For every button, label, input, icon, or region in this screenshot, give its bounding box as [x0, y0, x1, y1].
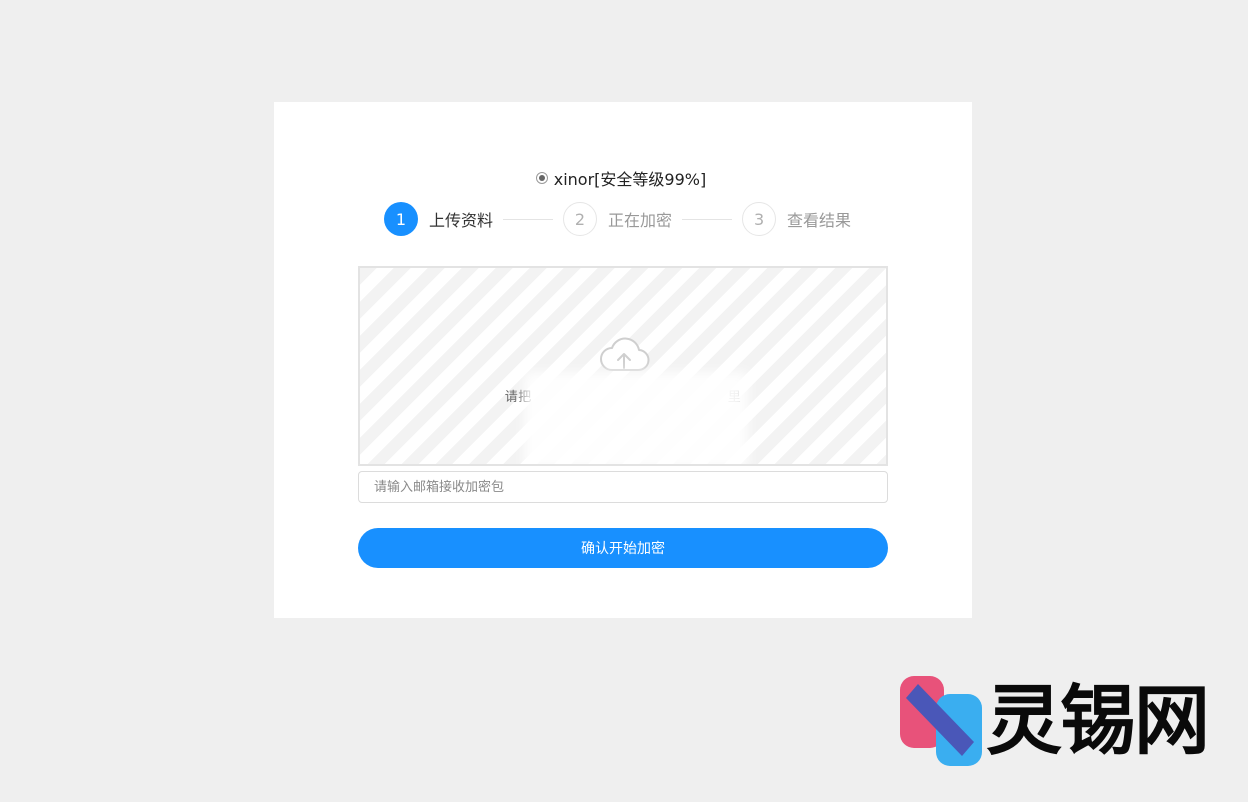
- upload-card: xinor[安全等级99%] 1 上传资料 2 正在加密 3 查看结果 请把里 …: [274, 102, 972, 618]
- mode-label[interactable]: xinor[安全等级99%]: [554, 166, 706, 190]
- step-number: 1: [384, 202, 418, 236]
- redaction-blur: [524, 372, 748, 464]
- step-number: 3: [742, 202, 777, 236]
- watermark-logo: 灵锡网: [900, 676, 1220, 768]
- watermark-text: 灵锡网: [986, 676, 1210, 765]
- step-encrypting: 2 正在加密: [563, 202, 672, 236]
- step-label: 上传资料: [429, 211, 494, 230]
- step-label: 正在加密: [608, 211, 673, 230]
- file-dropzone[interactable]: 请把里: [358, 266, 888, 466]
- step-number: 2: [563, 202, 598, 236]
- progress-steps: 1 上传资料 2 正在加密 3 查看结果: [384, 202, 851, 236]
- cloud-upload-icon: [600, 337, 650, 372]
- step-label: 查看结果: [787, 211, 852, 230]
- mode-option[interactable]: xinor[安全等级99%]: [274, 166, 972, 190]
- step-connector: [503, 218, 554, 220]
- radio-dot: [538, 175, 545, 181]
- step-upload: 1 上传资料: [384, 202, 493, 236]
- step-result: 3 查看结果: [742, 202, 851, 236]
- mode-radio[interactable]: [535, 172, 548, 184]
- logo-mark-icon: [900, 676, 982, 766]
- step-connector: [682, 218, 733, 220]
- start-encrypt-button[interactable]: 确认开始加密: [358, 528, 888, 568]
- email-input[interactable]: [358, 471, 888, 503]
